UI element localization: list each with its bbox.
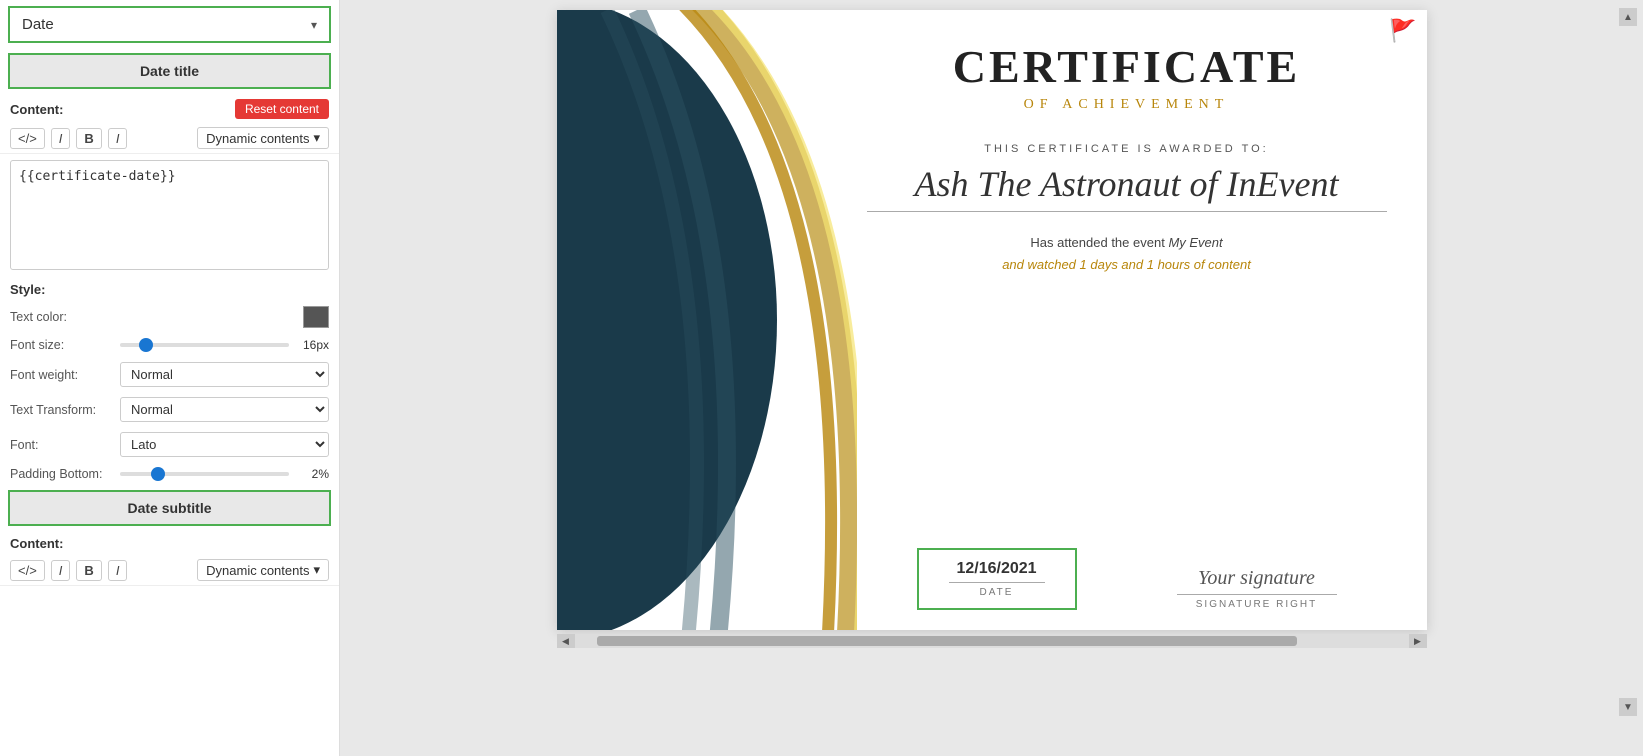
left-panel: Date ▾ Date title Content: Reset content…	[0, 0, 340, 756]
cert-recipient-name: Ash The Astronaut of InEvent	[867, 163, 1387, 212]
date-subtitle-content-label-row: Content:	[0, 530, 339, 555]
italic-icon: I	[59, 131, 63, 146]
cert-event-name: My Event	[1168, 235, 1222, 250]
italic-icon-3: I	[59, 563, 63, 578]
text-color-row: Text color:	[0, 301, 339, 333]
text-color-label: Text color:	[10, 310, 120, 324]
code-icon-2: </>	[18, 563, 37, 578]
cert-bottom-row: 12/16/2021 DATE Your signature SIGNATURE…	[867, 548, 1387, 610]
horizontal-scrollbar[interactable]: ◀ ▶	[557, 634, 1427, 648]
toolbar-row-1: </> I B I Dynamic contents ▾	[0, 123, 339, 154]
content-textarea[interactable]: {{certificate-date}}	[10, 160, 329, 270]
certificate-container: 🚩 CERTIFICATE OF ACHIEVEMENT THIS CERTIF…	[557, 10, 1427, 630]
text-color-swatch[interactable]	[303, 306, 329, 328]
content-label-row: Content: Reset content	[0, 93, 339, 123]
padding-bottom-slider-container: 2%	[120, 467, 329, 481]
italic-button-1[interactable]: I	[51, 128, 71, 149]
italic-icon-4: I	[116, 563, 120, 578]
padding-bottom-slider[interactable]	[120, 472, 289, 476]
scroll-right-button[interactable]: ▶	[1409, 634, 1427, 648]
scroll-left-button[interactable]: ◀	[557, 634, 575, 648]
cert-title: CERTIFICATE	[953, 40, 1300, 93]
cert-date-box: 12/16/2021 DATE	[917, 548, 1077, 610]
bold-button-2[interactable]: B	[76, 560, 101, 581]
code-button-2[interactable]: </>	[10, 560, 45, 581]
right-panel: ▲ 🚩 CERTIFICATE OF ACHIEVEMENT THIS CERT…	[340, 0, 1643, 756]
font-row: Font: Lato Arial Georgia Times New Roman	[0, 427, 339, 462]
cert-signature-box: Your signature SIGNATURE RIGHT	[1177, 567, 1337, 610]
text-transform-label: Text Transform:	[10, 403, 120, 417]
font-weight-label: Font weight:	[10, 368, 120, 382]
chevron-down-icon-3: ▾	[313, 562, 320, 578]
date-dropdown-label: Date	[22, 16, 54, 33]
font-size-label: Font size:	[10, 338, 120, 352]
scrollbar-thumb[interactable]	[597, 636, 1297, 646]
toolbar-row-2: </> I B I Dynamic contents ▾	[0, 555, 339, 586]
date-subtitle-content-label: Content:	[10, 536, 63, 551]
cert-attended-line1: Has attended the event	[1030, 235, 1164, 250]
italic-button-3[interactable]: I	[51, 560, 71, 581]
text-transform-select[interactable]: Normal Uppercase Lowercase Capitalize	[120, 397, 329, 422]
font-weight-row: Font weight: Normal Bold Lighter Bolder	[0, 357, 339, 392]
cert-subtitle: OF ACHIEVEMENT	[1024, 97, 1230, 113]
cert-attended-text: Has attended the event My Event and watc…	[1002, 232, 1251, 276]
font-size-value: 16px	[297, 338, 329, 352]
reset-content-button[interactable]: Reset content	[235, 99, 329, 119]
dynamic-contents-dropdown-2[interactable]: Dynamic contents ▾	[197, 559, 329, 581]
bold-button[interactable]: B	[76, 128, 101, 149]
bold-icon: B	[84, 131, 93, 146]
cert-awarded-text: THIS CERTIFICATE IS AWARDED TO:	[984, 143, 1269, 155]
font-label: Font:	[10, 438, 120, 452]
padding-bottom-label: Padding Bottom:	[10, 467, 120, 481]
padding-bottom-row: Padding Bottom: 2%	[0, 462, 339, 486]
padding-bottom-value: 2%	[297, 467, 329, 481]
code-icon: </>	[18, 131, 37, 146]
font-size-slider[interactable]	[120, 343, 289, 347]
italic-icon-2: I	[116, 131, 120, 146]
cert-attended-line2: and watched 1 days and 1 hours of conten…	[1002, 257, 1251, 272]
cert-background-svg	[557, 10, 857, 630]
italic-button-2[interactable]: I	[108, 128, 128, 149]
font-size-slider-container: 16px	[120, 338, 329, 352]
chevron-down-icon-2: ▾	[313, 130, 320, 146]
date-title-section-header[interactable]: Date title	[8, 53, 331, 89]
cert-date-value: 12/16/2021	[949, 560, 1045, 583]
scroll-up-button[interactable]: ▲	[1619, 8, 1637, 26]
font-select[interactable]: Lato Arial Georgia Times New Roman	[120, 432, 329, 457]
cert-date-label: DATE	[949, 587, 1045, 598]
text-transform-row: Text Transform: Normal Uppercase Lowerca…	[0, 392, 339, 427]
chevron-down-icon: ▾	[311, 18, 317, 32]
dynamic-contents-dropdown[interactable]: Dynamic contents ▾	[197, 127, 329, 149]
italic-button-4[interactable]: I	[108, 560, 128, 581]
code-button[interactable]: </>	[10, 128, 45, 149]
font-size-row: Font size: 16px	[0, 333, 339, 357]
cert-signature-value: Your signature	[1177, 567, 1337, 595]
scroll-down-button[interactable]: ▼	[1619, 698, 1637, 716]
style-label: Style:	[0, 276, 339, 301]
content-label: Content:	[10, 102, 63, 117]
date-dropdown[interactable]: Date ▾	[8, 6, 331, 43]
cert-content-area: CERTIFICATE OF ACHIEVEMENT THIS CERTIFIC…	[827, 10, 1427, 630]
bold-icon-2: B	[84, 563, 93, 578]
font-weight-select[interactable]: Normal Bold Lighter Bolder	[120, 362, 329, 387]
cert-signature-label: SIGNATURE RIGHT	[1177, 599, 1337, 610]
date-subtitle-section-header[interactable]: Date subtitle	[8, 490, 331, 526]
